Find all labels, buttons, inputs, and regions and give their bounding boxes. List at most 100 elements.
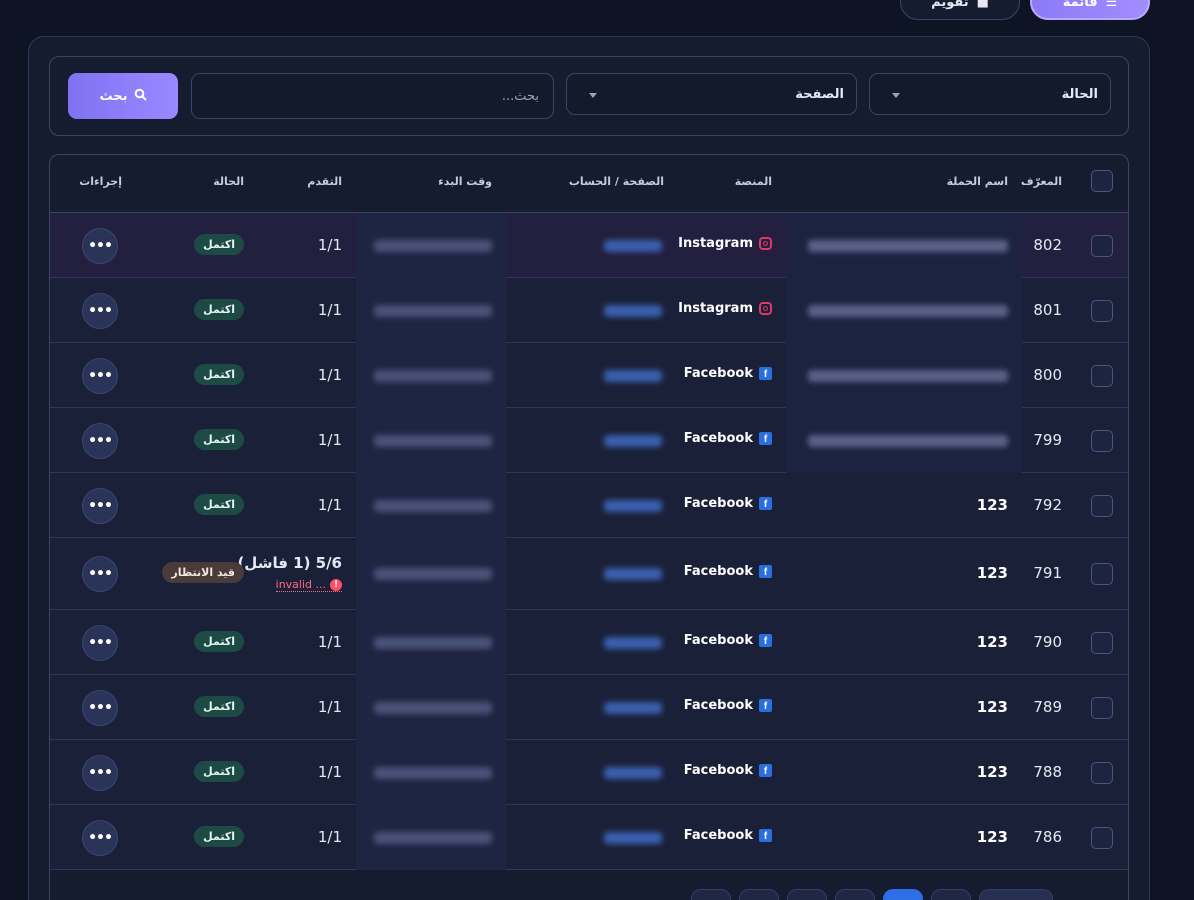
redacted-text <box>374 568 492 580</box>
more-icon: ••• <box>88 237 113 254</box>
page-button[interactable] <box>931 889 971 900</box>
status-filter-select[interactable]: الحالة <box>869 73 1111 115</box>
progress-text: 1/1 <box>317 430 342 449</box>
campaign-name-redacted <box>786 408 1022 473</box>
table-row[interactable]: 786 123 Facebook f 1/1 اكتمل ••• <box>50 805 1128 870</box>
list-view-button[interactable]: ☰ قائمة <box>1030 0 1150 20</box>
row-checkbox[interactable] <box>1091 761 1113 784</box>
more-actions-button[interactable]: ••• <box>82 422 118 459</box>
calendar-view-button[interactable]: ■ تقويم <box>900 0 1020 20</box>
table-row[interactable]: 789 123 Facebook f 1/1 اكتمل ••• <box>50 675 1128 740</box>
account-redacted <box>604 766 662 779</box>
status-badge: اكتمل <box>194 428 244 450</box>
table-row[interactable]: 801 Instagram 1/1 اكتمل ••• <box>50 278 1128 343</box>
campaign-id: 790 <box>1033 632 1062 651</box>
more-actions-button[interactable]: ••• <box>82 357 118 394</box>
campaigns-panel: الحالة الصفحة بحث المعرّف اسم الحملة الم… <box>28 36 1150 900</box>
status-badge: اكتمل <box>194 760 244 782</box>
status-badge: قيد الانتظار <box>162 562 244 583</box>
more-actions-button[interactable]: ••• <box>82 292 118 329</box>
search-button[interactable]: بحث <box>68 73 178 119</box>
more-actions-button[interactable]: ••• <box>82 819 118 856</box>
start-time-redacted <box>356 213 506 278</box>
platform-name: Facebook <box>683 762 753 778</box>
table-row[interactable]: 802 Instagram 1/1 اكتمل ••• <box>50 213 1128 278</box>
platform: Facebook f <box>684 564 772 579</box>
error-icon: ! <box>330 578 342 591</box>
platform-name: Instagram <box>678 235 753 251</box>
platform-name: Facebook <box>683 495 753 511</box>
more-icon: ••• <box>88 497 113 514</box>
status-badge: اكتمل <box>194 493 244 515</box>
select-all-checkbox[interactable] <box>1091 170 1113 192</box>
row-checkbox[interactable] <box>1091 364 1113 387</box>
page-button[interactable] <box>835 889 875 900</box>
start-time-redacted <box>356 278 506 343</box>
campaign-id: 801 <box>1033 300 1062 319</box>
campaign-name: 123 <box>976 827 1008 846</box>
header-progress: التقدم <box>307 175 342 188</box>
campaign-id: 786 <box>1033 827 1062 846</box>
account-redacted <box>604 239 662 252</box>
search-input[interactable] <box>191 73 554 119</box>
table-row[interactable]: 791 123 Facebook f 5/6 (1 فاشل) ! invalid… <box>50 538 1128 610</box>
campaign-id: 792 <box>1033 495 1062 514</box>
error-message[interactable]: ! invalid ... <box>275 578 342 592</box>
table-row[interactable]: 788 123 Facebook f 1/1 اكتمل ••• <box>50 740 1128 805</box>
campaign-id: 791 <box>1033 564 1062 582</box>
page-button[interactable] <box>739 889 779 900</box>
more-icon: ••• <box>88 566 113 582</box>
facebook-icon: f <box>759 366 772 380</box>
more-actions-button[interactable]: ••• <box>82 754 118 791</box>
campaign-name: 123 <box>976 762 1008 781</box>
facebook-icon: f <box>759 431 772 445</box>
table-row[interactable]: 792 123 Facebook f 1/1 اكتمل ••• <box>50 473 1128 538</box>
filter-bar: الحالة الصفحة بحث <box>49 56 1129 136</box>
redacted-text <box>374 766 492 779</box>
row-checkbox[interactable] <box>1091 494 1113 517</box>
account-redacted <box>604 701 662 714</box>
header-id: المعرّف <box>1020 175 1062 188</box>
row-checkbox[interactable] <box>1091 234 1113 257</box>
campaign-name: 123 <box>976 632 1008 651</box>
more-actions-button[interactable]: ••• <box>82 227 118 264</box>
row-checkbox[interactable] <box>1091 826 1113 849</box>
campaign-name: 123 <box>976 697 1008 716</box>
progress-text: 1/1 <box>317 365 342 384</box>
row-checkbox[interactable] <box>1091 563 1113 585</box>
more-actions-button[interactable]: ••• <box>82 556 118 592</box>
facebook-icon: f <box>759 565 772 578</box>
page-button[interactable] <box>787 889 827 900</box>
row-checkbox[interactable] <box>1091 631 1113 654</box>
search-icon <box>134 88 147 105</box>
more-icon: ••• <box>88 699 113 716</box>
page-button[interactable] <box>691 889 731 900</box>
platform-name: Facebook <box>683 564 753 579</box>
campaign-name-redacted <box>786 213 1022 278</box>
page-size-button[interactable] <box>979 889 1053 900</box>
table-row[interactable]: 799 Facebook f 1/1 اكتمل ••• <box>50 408 1128 473</box>
more-actions-button[interactable]: ••• <box>82 689 118 726</box>
more-actions-button[interactable]: ••• <box>82 487 118 524</box>
start-time-redacted <box>356 538 506 610</box>
more-icon: ••• <box>88 367 113 384</box>
table-row[interactable]: 800 Facebook f 1/1 اكتمل ••• <box>50 343 1128 408</box>
status-filter-label: الحالة <box>1061 86 1098 102</box>
start-time-redacted <box>356 805 506 870</box>
progress-text: 1/1 <box>317 300 342 319</box>
page-filter-select[interactable]: الصفحة <box>566 73 857 115</box>
table-row[interactable]: 790 123 Facebook f 1/1 اكتمل ••• <box>50 610 1128 675</box>
row-checkbox[interactable] <box>1091 429 1113 452</box>
start-time-redacted <box>356 740 506 805</box>
header-account: الصفحة / الحساب <box>568 175 664 188</box>
row-checkbox[interactable] <box>1091 696 1113 719</box>
row-checkbox[interactable] <box>1091 299 1113 322</box>
chevron-down-icon <box>589 93 597 98</box>
header-start-time: وقت البدء <box>438 175 492 188</box>
calendar-view-label: تقويم <box>931 0 969 10</box>
platform: Facebook f <box>684 633 772 648</box>
start-time-redacted <box>356 473 506 538</box>
more-actions-button[interactable]: ••• <box>82 624 118 661</box>
page-button-current[interactable] <box>883 889 923 900</box>
instagram-icon <box>759 301 772 315</box>
